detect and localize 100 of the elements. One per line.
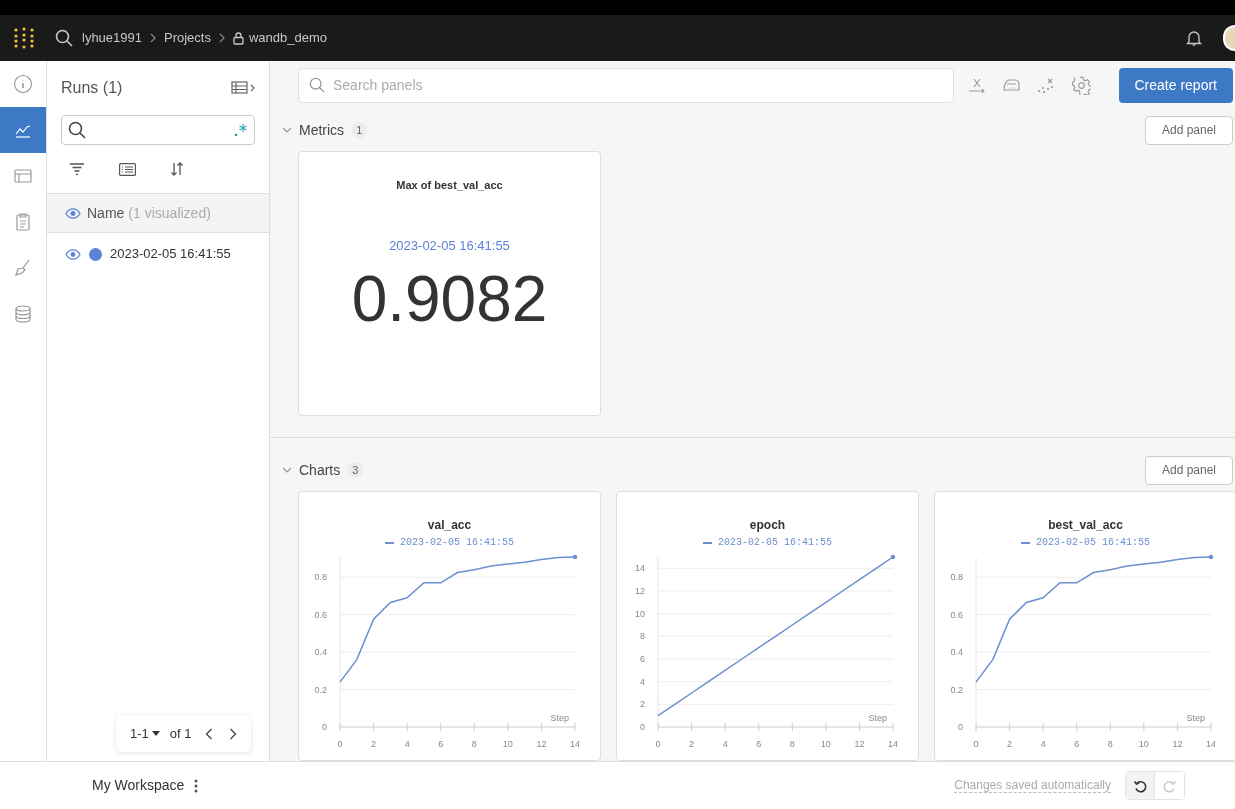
column-note: (1 visualized) [128, 203, 211, 223]
last-point-marker [1208, 554, 1214, 560]
run-search-field[interactable] [61, 115, 255, 145]
y-tick-label: 0.8 [314, 572, 327, 583]
undo-button[interactable] [1126, 772, 1155, 799]
legend-swatch [385, 541, 394, 544]
create-report-button[interactable]: Create report [1118, 67, 1233, 103]
x-tick-label: 4 [404, 739, 410, 749]
y-tick-label: 4 [640, 676, 645, 687]
workspace-name[interactable]: My Workspace [92, 775, 185, 796]
add-panel-button[interactable]: Add panel [1145, 455, 1233, 485]
project-link[interactable]: wandb_demo [248, 28, 328, 48]
column-label[interactable]: Name [87, 202, 125, 224]
page-range-dropdown[interactable]: 1-1 [130, 723, 160, 744]
next-page-icon[interactable] [229, 727, 238, 740]
eye-icon[interactable] [65, 248, 81, 260]
metric-value: 0.9082 [351, 262, 548, 337]
panel-title: Max of best_val_acc [396, 178, 503, 193]
caret-down-icon [151, 731, 160, 736]
database-icon [13, 304, 33, 324]
chart-title: epoch [749, 517, 786, 534]
x-tick-label: 8 [789, 739, 795, 749]
legend-label: 2023-02-05 16:41:55 [718, 536, 832, 550]
x-tick-label: 8 [1107, 739, 1113, 749]
search-icon [309, 77, 325, 93]
y-tick-label: 0 [640, 722, 645, 732]
section-toggle[interactable]: Charts [282, 459, 341, 481]
avatar[interactable] [1223, 25, 1235, 51]
add-panel-button[interactable]: Add panel [1145, 115, 1233, 145]
breadcrumb-link[interactable]: Projects [164, 28, 211, 48]
y-tick-label: 0 [958, 722, 963, 732]
x-tick-label: 6 [1074, 739, 1080, 749]
x-tick-label: 12 [1172, 739, 1183, 749]
run-name: 2023-02-05 16:41:55 [389, 236, 510, 255]
last-point-marker [890, 554, 896, 560]
regex-icon[interactable] [234, 123, 248, 137]
y-tick-label: 0.2 [950, 684, 963, 695]
outlier-icon[interactable] [1036, 77, 1055, 93]
y-tick-label: 0.6 [950, 609, 963, 620]
y-tick-label: 6 [640, 654, 645, 664]
y-tick-label: 0 [322, 722, 327, 732]
filter-icon[interactable] [69, 163, 85, 175]
sidebar-tab[interactable] [0, 107, 46, 153]
y-tick-label: 8 [640, 631, 645, 642]
x-axis-label: Step [868, 713, 887, 723]
lock-icon [232, 31, 244, 45]
more-options-icon[interactable] [194, 778, 199, 793]
x-tick-label: 0 [337, 739, 343, 749]
x-tick-label: 10 [820, 739, 831, 749]
y-tick-label: 0.4 [950, 647, 963, 658]
x-tick-label: 2 [1007, 739, 1013, 749]
search-icon[interactable] [55, 29, 73, 47]
x-tick-label: 12 [854, 739, 865, 749]
panel-search-input[interactable]: Search panels [333, 74, 943, 96]
notification-bell-icon[interactable] [1185, 29, 1203, 47]
y-tick-label: 0.6 [314, 609, 327, 620]
search-icon [68, 121, 86, 139]
y-tick-label: 2 [640, 699, 645, 710]
list-icon[interactable] [119, 162, 136, 176]
panel-search-field[interactable]: Search panels [298, 67, 954, 103]
x-tick-label: 14 [570, 739, 579, 749]
x-tick-label: 0 [655, 739, 661, 749]
section-count: 1 [351, 121, 368, 139]
section-toggle[interactable]: Metrics [282, 119, 345, 141]
table-expand-icon[interactable] [231, 81, 255, 95]
y-tick-label: 14 [635, 563, 645, 574]
settings-icon[interactable] [1071, 75, 1091, 95]
last-point-marker [572, 554, 578, 560]
sort-icon[interactable] [170, 162, 184, 176]
runs-title: Runs (1) [61, 78, 123, 98]
legend-swatch [1021, 541, 1030, 544]
legend-label: 2023-02-05 16:41:55 [400, 536, 514, 550]
save-status: Changes saved automatically [954, 778, 1111, 793]
breadcrumb-link[interactable]: lyhue1991 [82, 28, 142, 48]
page-total: of 1 [169, 724, 192, 743]
chevron-right-icon [150, 33, 156, 43]
chart-title: best_val_acc [1048, 517, 1123, 534]
x-tick-label: 14 [888, 739, 897, 749]
y-tick-label: 12 [635, 586, 645, 596]
chevron-down-icon [282, 127, 292, 133]
run-name[interactable]: 2023-02-05 16:41:55 [110, 244, 231, 264]
chart-title: val_acc [427, 517, 472, 534]
legend-swatch [703, 541, 712, 544]
x-tick-label: 6 [438, 739, 444, 749]
legend-label: 2023-02-05 16:41:55 [1036, 536, 1150, 550]
eye-icon[interactable] [65, 207, 81, 219]
x-axis-label: Step [550, 713, 569, 723]
x-tick-label: 4 [722, 739, 728, 749]
x-tick-label: 14 [1206, 739, 1215, 749]
x-tick-label: 6 [756, 739, 762, 749]
smoothing-icon[interactable] [1001, 78, 1020, 92]
previous-page-icon[interactable] [205, 727, 214, 740]
logo-icon[interactable] [13, 27, 35, 49]
clipboard-icon [13, 212, 33, 232]
chevron-down-icon [282, 467, 292, 473]
y-tick-label: 0.2 [314, 684, 327, 695]
x-tick-label: 10 [502, 739, 513, 749]
y-tick-label: 0.4 [314, 647, 327, 658]
x-axis-icon[interactable] [967, 77, 986, 93]
y-tick-label: 0.8 [950, 572, 963, 583]
